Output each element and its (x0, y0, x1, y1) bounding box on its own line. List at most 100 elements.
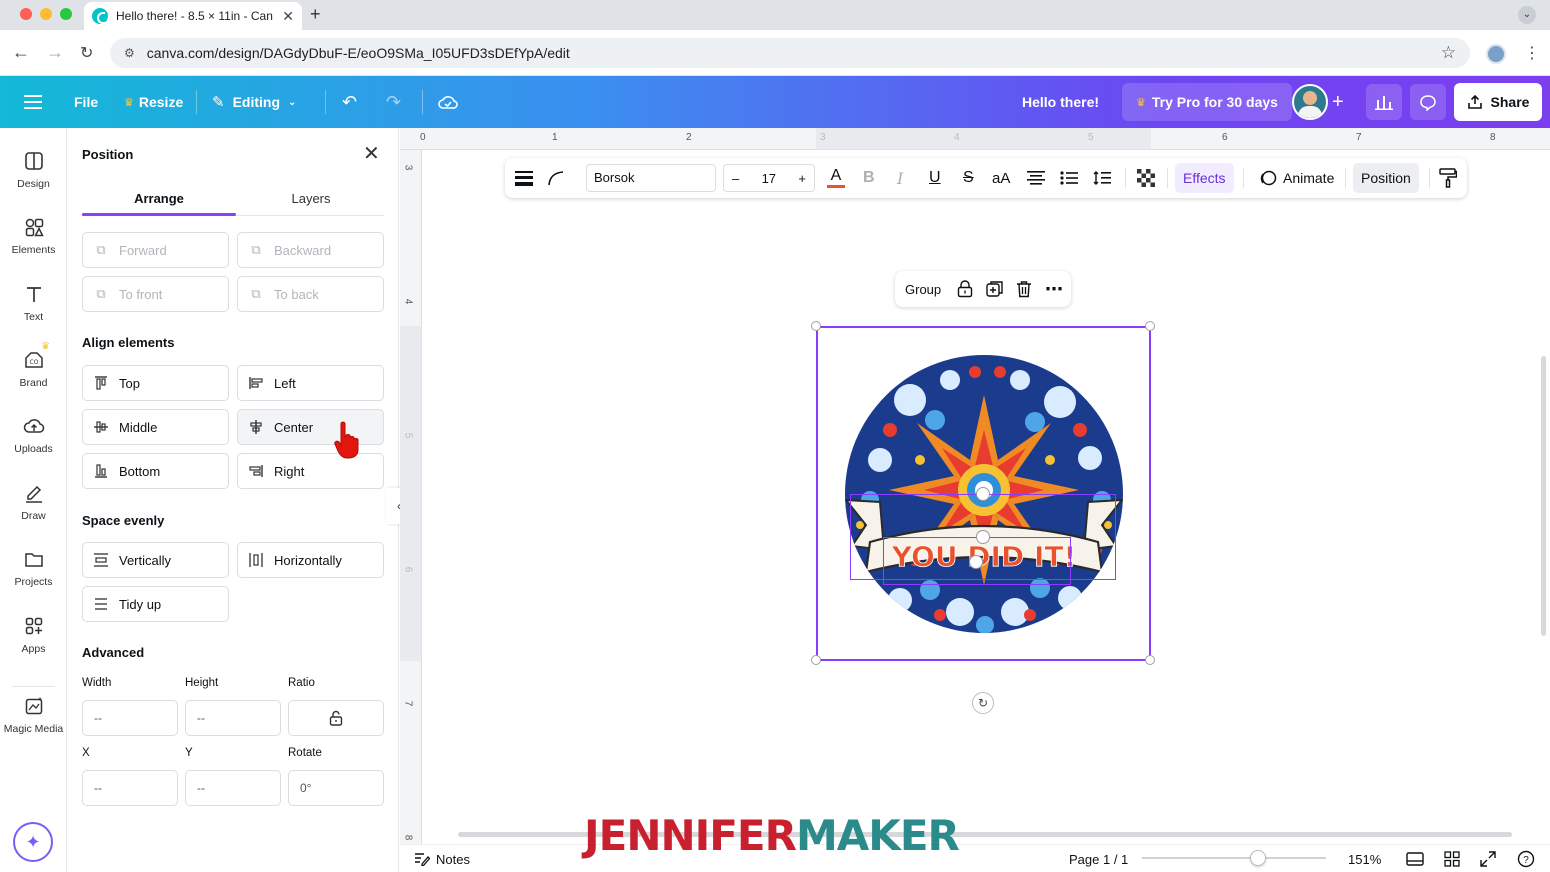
align-bottom-button[interactable]: Bottom (82, 453, 229, 489)
user-avatar[interactable] (1292, 84, 1328, 120)
position-button[interactable]: Position (1353, 163, 1419, 193)
rail-item-brand[interactable]: ♛ CO Brand (0, 341, 67, 389)
minimize-window-button[interactable] (40, 8, 52, 20)
zoom-slider-handle[interactable] (1249, 850, 1266, 866)
italic-button[interactable]: I (897, 158, 903, 198)
site-settings-icon[interactable]: ⚙ (124, 46, 135, 60)
to-back-button[interactable]: ⧉ To back (237, 276, 384, 312)
browser-profile-avatar[interactable] (1486, 44, 1506, 64)
rail-item-text[interactable]: Text (0, 283, 67, 323)
zoom-slider[interactable] (1142, 857, 1326, 859)
x-field[interactable]: -- (82, 770, 178, 806)
page-view-button[interactable] (1406, 845, 1424, 872)
copy-style-button[interactable] (1439, 158, 1457, 198)
help-button[interactable]: ? (1517, 845, 1535, 872)
lock-button[interactable] (957, 271, 973, 307)
try-pro-button[interactable]: ♛ Try Pro for 30 days (1122, 83, 1292, 121)
width-field[interactable]: -- (82, 700, 178, 736)
text-align-button[interactable] (1027, 158, 1045, 198)
bookmark-star-icon[interactable]: ☆ (1441, 43, 1456, 63)
tab-layers[interactable]: Layers (234, 191, 388, 206)
ratio-lock-button[interactable] (288, 700, 384, 736)
document-title[interactable]: Hello there! (1022, 76, 1099, 128)
group-selection-box[interactable] (816, 326, 1151, 661)
align-top-button[interactable]: Top (82, 365, 229, 401)
file-menu-button[interactable]: File (74, 76, 98, 128)
maximize-window-button[interactable] (60, 8, 72, 20)
transparency-button[interactable] (1137, 158, 1155, 198)
forward-icon[interactable]: → (46, 42, 64, 63)
rail-item-apps[interactable]: Apps (0, 615, 67, 655)
browser-menu-icon[interactable]: ⋮ (1524, 43, 1540, 63)
close-icon[interactable]: ✕ (363, 144, 380, 164)
page-indicator[interactable]: Page 1 / 1 (1069, 845, 1128, 872)
zoom-value[interactable]: 151% (1348, 845, 1381, 872)
space-horizontally-button[interactable]: Horizontally (237, 542, 384, 578)
notes-button[interactable]: Notes (414, 845, 470, 872)
forward-button[interactable]: ⧉ Forward (82, 232, 229, 268)
main-menu-button[interactable] (24, 76, 42, 128)
vertical-scrollbar[interactable] (1541, 356, 1546, 636)
fullscreen-button[interactable] (1480, 845, 1496, 872)
font-family-select[interactable]: Borsok (586, 164, 716, 192)
increase-size-button[interactable]: + (798, 171, 806, 186)
duplicate-button[interactable] (986, 271, 1004, 307)
close-window-button[interactable] (20, 8, 32, 20)
line-weight-button[interactable] (515, 158, 533, 198)
bold-button[interactable]: B (863, 158, 875, 198)
font-size-value[interactable]: 17 (762, 171, 776, 186)
rotate-field[interactable]: 0° (288, 770, 384, 806)
resize-handle[interactable] (1145, 655, 1155, 665)
group-button[interactable]: Group (905, 271, 941, 307)
canva-assistant-button[interactable]: ✦ (13, 822, 53, 862)
tab-arrange[interactable]: Arrange (82, 191, 236, 206)
more-options-button[interactable]: ⋯ (1045, 271, 1063, 307)
space-vertically-button[interactable]: Vertically (82, 542, 229, 578)
backward-button[interactable]: ⧉ Backward (237, 232, 384, 268)
rail-item-draw[interactable]: Draw (0, 482, 67, 522)
rail-item-magic-media[interactable]: Magic Media (0, 695, 67, 735)
share-button[interactable]: Share (1454, 83, 1542, 121)
list-button[interactable] (1060, 158, 1078, 198)
invite-button[interactable]: + (1332, 76, 1344, 128)
tidy-up-button[interactable]: Tidy up (82, 586, 229, 622)
animate-button[interactable]: Animate (1251, 163, 1342, 193)
strikethrough-button[interactable]: S (963, 158, 974, 198)
rotate-handle[interactable]: ↻ (972, 692, 994, 714)
reload-icon[interactable]: ↻ (80, 43, 93, 63)
decrease-size-button[interactable]: – (732, 171, 739, 186)
y-field[interactable]: -- (185, 770, 281, 806)
rail-item-projects[interactable]: Projects (0, 548, 67, 588)
delete-button[interactable] (1016, 271, 1032, 307)
text-color-button[interactable]: A (827, 158, 845, 198)
resize-handle[interactable] (811, 655, 821, 665)
grid-view-button[interactable] (1444, 845, 1460, 872)
letter-case-button[interactable]: aA (992, 158, 1010, 198)
editing-mode-button[interactable]: ✎ Editing ⌄ (212, 76, 296, 128)
resize-handle[interactable] (811, 321, 821, 331)
undo-button[interactable]: ↶ (342, 76, 357, 128)
height-field[interactable]: -- (185, 700, 281, 736)
rail-item-elements[interactable]: Elements (0, 216, 67, 256)
resize-handle[interactable] (1145, 321, 1155, 331)
spacing-button[interactable] (1093, 158, 1111, 198)
align-left-button[interactable]: Left (237, 365, 384, 401)
url-bar[interactable]: ⚙ canva.com/design/DAGdyDbuF-E/eoO9SMa_I… (110, 38, 1470, 68)
to-front-button[interactable]: ⧉ To front (82, 276, 229, 312)
underline-button[interactable]: U (929, 158, 941, 198)
curve-text-button[interactable] (547, 158, 565, 198)
align-middle-button[interactable]: Middle (82, 409, 229, 445)
back-icon[interactable]: ← (12, 42, 30, 63)
rail-item-design[interactable]: Design (0, 150, 67, 190)
redo-button[interactable]: ↷ (386, 76, 401, 128)
resize-button[interactable]: ♛ Resize (124, 76, 183, 128)
effects-button[interactable]: Effects (1175, 163, 1234, 193)
tab-close-icon[interactable]: ✕ (282, 8, 294, 25)
browser-tab[interactable]: Hello there! - 8.5 × 11in - Can ✕ (84, 2, 302, 30)
insights-button[interactable] (1366, 84, 1402, 120)
rail-item-uploads[interactable]: Uploads (0, 415, 67, 455)
comments-button[interactable] (1410, 84, 1446, 120)
new-tab-icon[interactable]: + (310, 4, 321, 25)
save-status-button[interactable] (438, 76, 458, 128)
tab-search-icon[interactable]: ⌄ (1518, 6, 1536, 24)
